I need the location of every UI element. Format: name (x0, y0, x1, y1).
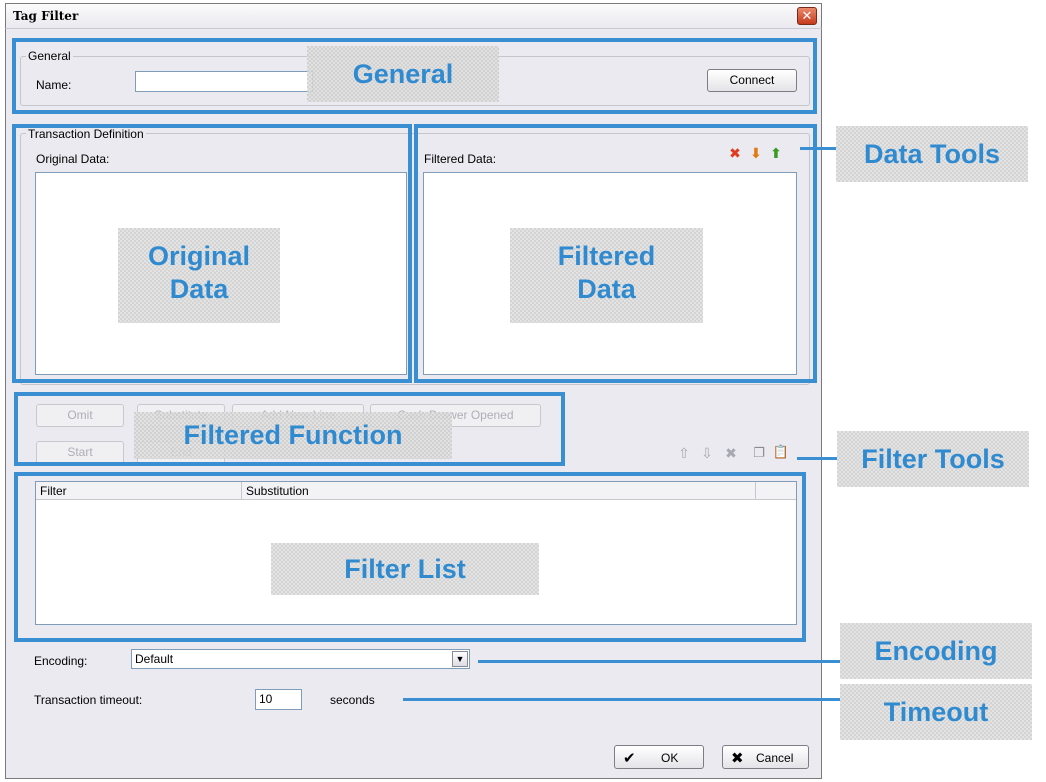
encoding-value: Default (135, 652, 174, 666)
checkmark-icon: ✔ (623, 750, 636, 767)
encoding-callout-line (478, 660, 840, 663)
filtered-data-annotation-label: Filtered Data (510, 228, 703, 323)
filtered-function-annotation-label: Filtered Function (134, 412, 452, 459)
window-title: Tag Filter (13, 9, 79, 23)
x-icon: ✖ (731, 750, 744, 767)
original-data-annotation-line1: Original (147, 241, 250, 271)
original-data-annotation-label: Original Data (118, 228, 280, 323)
timeout-input[interactable]: 10 (255, 689, 302, 710)
filtered-data-annotation-line1: Filtered (557, 241, 656, 271)
filter-list-annotation-label: Filter List (271, 543, 539, 595)
data-tools-callout-line (800, 147, 836, 150)
paste-icon[interactable]: 📋 (772, 443, 790, 461)
filter-tools-annotation-label: Filter Tools (837, 431, 1029, 487)
encoding-select[interactable]: Default ▼ (131, 649, 470, 669)
ok-button[interactable]: ✔ OK (614, 745, 704, 769)
encoding-label: Encoding: (34, 654, 88, 668)
data-tools-annotation-label: Data Tools (836, 126, 1028, 182)
title-bar (5, 3, 822, 29)
timeout-callout-line (403, 698, 840, 701)
move-up-icon[interactable]: ⇧ (675, 444, 693, 462)
copy-icon[interactable]: ❐ (750, 444, 768, 462)
cancel-label: Cancel (756, 751, 794, 765)
filtered-data-annotation-line2: Data (577, 274, 636, 304)
transaction-timeout-label: Transaction timeout: (34, 693, 143, 707)
ok-label: OK (661, 751, 679, 765)
filter-tools-callout-line (797, 457, 837, 460)
encoding-annotation-label: Encoding (840, 623, 1032, 679)
timeout-unit: seconds (330, 693, 375, 707)
cancel-button[interactable]: ✖ Cancel (722, 745, 809, 769)
move-down-icon[interactable]: ⇩ (698, 444, 716, 462)
timeout-annotation-label: Timeout (840, 684, 1032, 740)
general-annotation-label: General (307, 46, 499, 102)
remove-filter-icon[interactable]: ✖ (722, 444, 740, 462)
close-button[interactable]: ✕ (797, 7, 817, 25)
chevron-down-icon[interactable]: ▼ (452, 651, 468, 667)
original-data-annotation-line2: Data (169, 274, 229, 304)
